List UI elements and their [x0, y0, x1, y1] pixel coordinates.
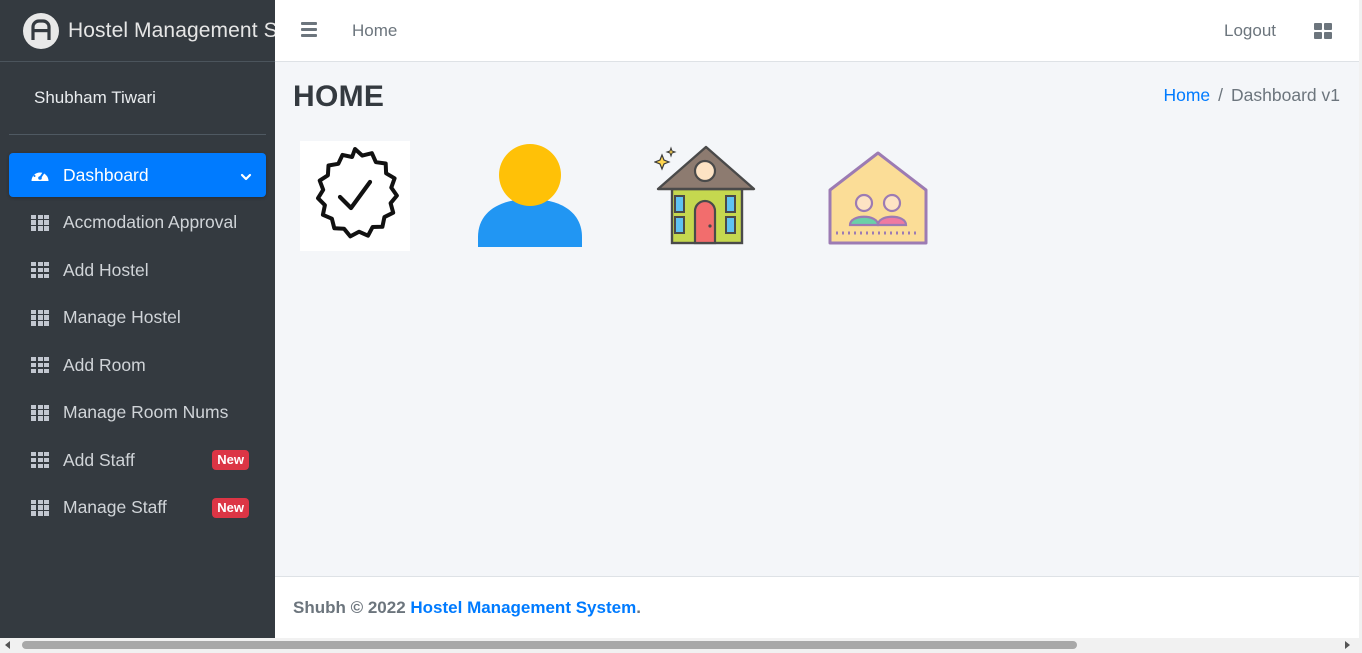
sidebar-item-manage-hostel[interactable]: Manage Hostel: [9, 296, 266, 340]
hostel-house-icon[interactable]: [653, 145, 756, 247]
footer: Shubh © 2022 Hostel Management System.: [275, 576, 1359, 638]
breadcrumb-separator: /: [1218, 85, 1224, 105]
footer-copyright: Shubh © 2022: [293, 598, 411, 617]
logout-link[interactable]: Logout: [1224, 21, 1276, 41]
grid-icon: [31, 404, 49, 421]
sidebar-item-label: Add Staff: [63, 449, 135, 470]
chevron-down-icon: [240, 167, 252, 188]
user-name[interactable]: Shubham Tiwari: [34, 88, 156, 108]
sidebar-item-dashboard[interactable]: Dashboard: [9, 153, 266, 197]
grid-icon: [31, 309, 49, 326]
brand-title: Hostel Management System: [68, 18, 275, 42]
page-title: HOME: [293, 80, 385, 113]
scroll-right-arrow-icon[interactable]: [1345, 641, 1350, 649]
breadcrumb: Home / Dashboard v1: [1163, 85, 1340, 106]
sidebar-item-label: Manage Room Nums: [63, 402, 229, 422]
grid-icon: [31, 262, 49, 278]
sidebar-item-label: Accmodation Approval: [63, 212, 238, 232]
breadcrumb-current: Dashboard v1: [1231, 85, 1340, 105]
footer-link[interactable]: Hostel Management System: [410, 598, 636, 617]
sidebar-item-label: Manage Hostel: [63, 307, 181, 327]
grid-icon: [31, 499, 49, 516]
sidebar-nav: Dashboard Accmodation Approval Add Hoste…: [0, 135, 275, 530]
room-occupants-icon[interactable]: [826, 150, 930, 246]
brand-link[interactable]: Hostel Management System: [0, 0, 275, 62]
top-navbar: Home Logout: [275, 0, 1359, 62]
sidebar: Hostel Management System Shubham Tiwari …: [0, 0, 275, 638]
grid-icon: [31, 214, 49, 231]
breadcrumb-home-link[interactable]: Home: [1163, 85, 1210, 105]
user-panel: Shubham Tiwari: [9, 62, 266, 135]
sidebar-item-manage-staff[interactable]: Manage Staff New: [9, 486, 266, 530]
grid-icon: [31, 357, 49, 373]
sidebar-item-label: Manage Staff: [63, 497, 167, 517]
tachometer-icon: [30, 166, 50, 184]
verified-badge-icon[interactable]: [300, 141, 410, 251]
new-badge: New: [212, 450, 249, 470]
sidebar-item-label: Add Room: [63, 354, 146, 375]
horizontal-scrollbar[interactable]: [0, 638, 1362, 653]
user-icon[interactable]: [476, 141, 584, 249]
scroll-left-arrow-icon[interactable]: [5, 641, 10, 649]
horizontal-scrollbar-thumb[interactable]: [22, 641, 1077, 649]
sidebar-item-add-room[interactable]: Add Room: [9, 343, 266, 387]
sidebar-item-label: Add Hostel: [63, 259, 149, 280]
footer-suffix: .: [636, 598, 641, 617]
sidebar-item-accommodation-approval[interactable]: Accmodation Approval: [9, 201, 266, 245]
new-badge: New: [212, 497, 249, 518]
brand-logo-icon: [23, 12, 59, 49]
sidebar-item-manage-room-nums[interactable]: Manage Room Nums: [9, 391, 266, 435]
sidebar-item-add-staff[interactable]: Add Staff New: [9, 438, 266, 482]
sidebar-item-label: Dashboard: [63, 164, 149, 185]
menu-toggle-icon[interactable]: [301, 22, 317, 38]
apps-grid-icon[interactable]: [1314, 23, 1332, 39]
grid-icon: [31, 452, 49, 468]
sidebar-item-add-hostel[interactable]: Add Hostel: [9, 248, 266, 292]
header-home-link[interactable]: Home: [352, 21, 397, 41]
